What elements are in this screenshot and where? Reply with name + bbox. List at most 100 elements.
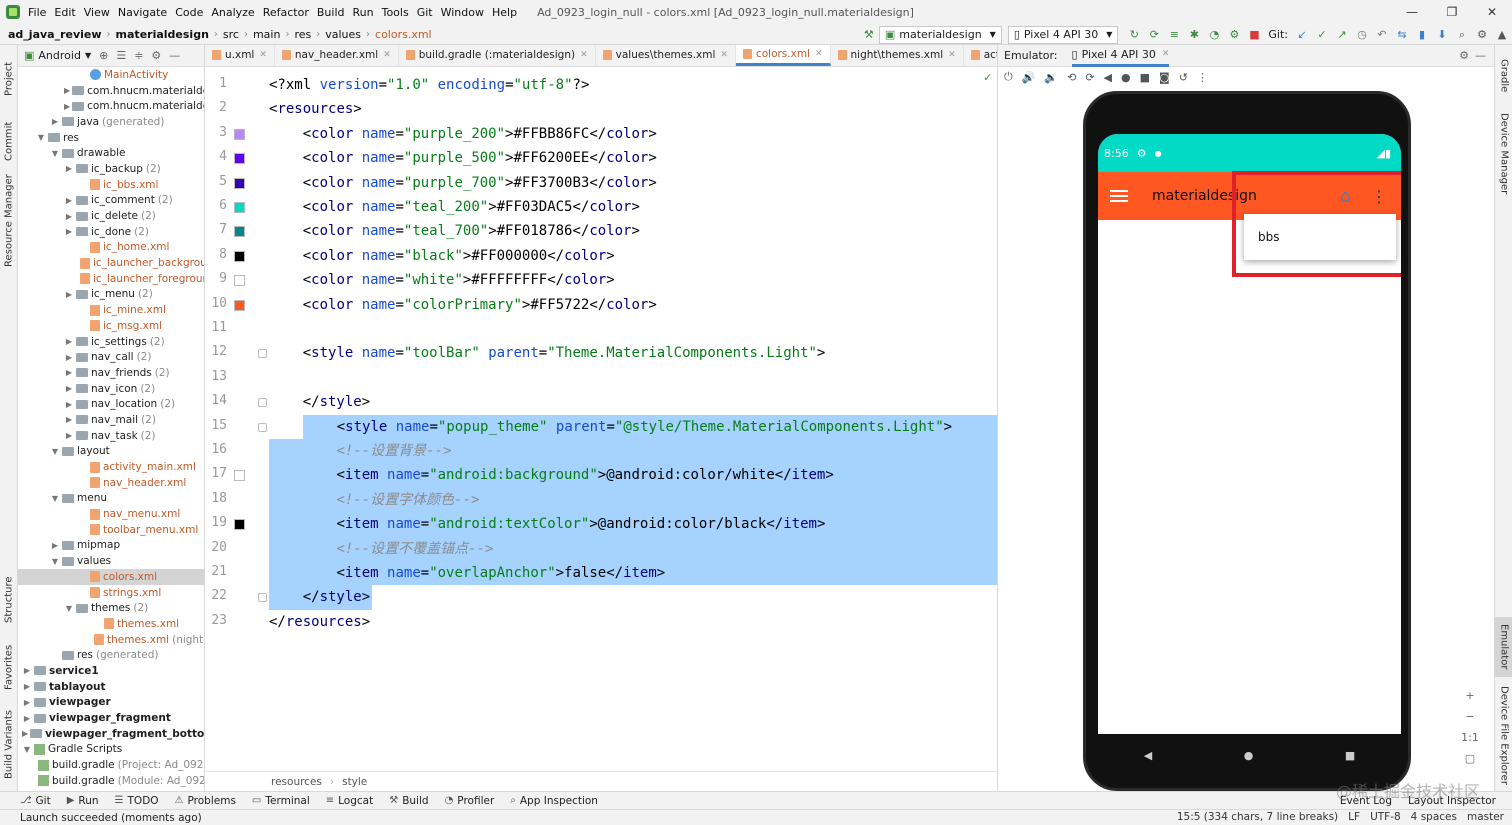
editor-tab[interactable]: u.xml ✕ (205, 45, 275, 66)
editor-tab[interactable]: colors.xml ✕ (735, 45, 831, 66)
chevron-down-icon[interactable]: ▼ (50, 494, 60, 503)
git-commit-icon[interactable]: ✓ (1314, 27, 1330, 43)
breadcrumb-item[interactable]: ad_java_review (8, 28, 102, 41)
chevron-right-icon[interactable]: ▶ (64, 337, 74, 346)
tree-item[interactable]: activity_main.xml (18, 459, 204, 475)
chevron-right-icon[interactable]: ▶ (64, 431, 74, 440)
collapse-all-icon[interactable]: ≑ (134, 49, 143, 62)
code-line[interactable]: <resources> (269, 97, 997, 121)
color-swatch-icon[interactable] (234, 470, 245, 482)
debug-icon[interactable]: ✱ (1186, 27, 1202, 43)
tree-item[interactable]: ▶ nav_friends (2) (18, 365, 204, 381)
gear-icon[interactable]: ⚙ (151, 49, 161, 62)
project-view-select[interactable]: Android (38, 49, 81, 62)
volume-down-icon[interactable]: 🔉 (1044, 71, 1058, 84)
tree-item[interactable]: MainActivity (18, 67, 204, 83)
chevron-right-icon[interactable]: ▶ (64, 212, 74, 221)
tool-window-git[interactable]: ⎇ Git (20, 795, 51, 807)
apply-changes-icon[interactable]: ⟳ (1146, 27, 1162, 43)
chevron-right-icon[interactable]: ▶ (64, 415, 74, 424)
back-icon[interactable]: ◀ (1104, 71, 1112, 84)
status-item[interactable]: UTF-8 (1370, 811, 1401, 823)
run-icon[interactable]: ≡ (1166, 27, 1182, 43)
code-line[interactable]: <!--设置不覆盖锚点--> (269, 536, 997, 561)
chevron-right-icon[interactable]: ▶ (50, 541, 60, 550)
device-screen[interactable]: 8:56 ⚙ ● ◢▮ materialdesign ⌂ ⋮ bbs (1098, 134, 1401, 734)
home-icon[interactable]: ● (1244, 749, 1254, 762)
chevron-right-icon[interactable]: ▶ (64, 102, 70, 111)
rerun-icon[interactable]: ↻ (1126, 27, 1142, 43)
editor-tab[interactable]: values\themes.xml ✕ (596, 45, 736, 66)
tool-window-app-inspection[interactable]: ⌕ App Inspection (510, 795, 598, 807)
overview-icon[interactable]: ■ (1140, 71, 1150, 84)
expand-all-icon[interactable]: ☰ (116, 49, 126, 62)
tree-item[interactable]: ic_bbs.xml (18, 177, 204, 193)
tab-structure[interactable]: Structure (0, 569, 18, 631)
tree-item[interactable]: ic_msg.xml (18, 318, 204, 334)
tree-item[interactable]: ic_home.xml (18, 240, 204, 256)
tree-item[interactable]: themes.xml (18, 616, 204, 632)
tree-item[interactable]: ▶ ic_backup (2) (18, 161, 204, 177)
tree-item[interactable]: ▶ java (generated) (18, 114, 204, 130)
tab-build-variants[interactable]: Build Variants (0, 705, 18, 785)
code-line[interactable]: <color name="purple_200">#FFBB86FC</colo… (269, 122, 997, 146)
assistant-icon[interactable]: ▲ (1494, 27, 1510, 43)
menu-window[interactable]: Window (441, 6, 484, 19)
code-line[interactable]: <style name="toolBar" parent="Theme.Mate… (269, 341, 997, 365)
tree-item[interactable]: ▶ ic_menu (2) (18, 287, 204, 303)
tab-device-file-explorer[interactable]: Device File Explorer (1495, 685, 1512, 785)
chevron-right-icon[interactable]: ▶ (64, 86, 70, 95)
chevron-right-icon[interactable]: ▶ (50, 117, 60, 126)
code-line[interactable]: <item name="overlapAnchor">false</item> (269, 561, 997, 586)
color-swatch-icon[interactable] (234, 519, 245, 531)
camera-icon[interactable]: ◙ (1159, 71, 1170, 84)
menu-tools[interactable]: Tools (382, 6, 409, 19)
breadcrumb-item[interactable]: values (325, 28, 361, 41)
tool-window-problems[interactable]: ⚠ Problems (175, 795, 236, 807)
breadcrumb-item[interactable]: colors.xml (375, 28, 432, 41)
tree-item[interactable]: ic_mine.xml (18, 302, 204, 318)
chevron-down-icon[interactable]: ▼ (22, 745, 32, 754)
hide-icon[interactable]: — (169, 49, 180, 62)
close-icon[interactable]: ✕ (259, 50, 267, 60)
tree-item[interactable]: ▶ tablayout (18, 679, 204, 695)
tree-item[interactable]: ▼ res (18, 130, 204, 146)
tree-item[interactable]: ▼ themes (2) (18, 600, 204, 616)
code-line[interactable]: <color name="teal_200">#FF03DAC5</color> (269, 195, 997, 219)
overview-icon[interactable]: ■ (1345, 749, 1355, 762)
fit-screen-icon[interactable]: ▢ (1465, 752, 1475, 765)
code-line[interactable]: <color name="white">#FFFFFFFF</color> (269, 268, 997, 292)
chevron-right-icon[interactable]: ▶ (64, 290, 74, 299)
breadcrumb-item[interactable]: src (223, 28, 239, 41)
menu-help[interactable]: Help (492, 6, 517, 19)
git-update-icon[interactable]: ↙ (1294, 27, 1310, 43)
code-line[interactable] (269, 317, 997, 341)
chevron-down-icon[interactable]: ▼ (64, 604, 74, 613)
chevron-down-icon[interactable]: ▼ (50, 557, 60, 566)
sdk-manager-icon[interactable]: ⬇ (1434, 27, 1450, 43)
tree-item[interactable]: ▼ Gradle Scripts (18, 742, 204, 758)
tool-window-todo[interactable]: ☰ TODO (115, 795, 159, 807)
device-select[interactable]: ▯ Pixel 4 API 30 ▼ (1007, 25, 1119, 44)
close-icon[interactable]: ✕ (720, 50, 728, 60)
menu-edit[interactable]: Edit (54, 6, 75, 19)
snapshot-icon[interactable]: ↺ (1179, 71, 1188, 84)
chevron-right-icon[interactable]: ▶ (22, 666, 32, 675)
tree-item[interactable]: ▶ viewpager_fragment_bottomnav (18, 726, 204, 742)
tree-item[interactable]: nav_header.xml (18, 475, 204, 491)
run-config-select[interactable]: ▣ materialdesign ▼ (878, 25, 1002, 44)
menu-git[interactable]: Git (417, 6, 433, 19)
tree-item[interactable]: ▶ viewpager_fragment (18, 710, 204, 726)
editor-tab[interactable]: activity_main.xml✕ (964, 45, 997, 66)
color-swatch-icon[interactable] (234, 153, 245, 165)
close-icon[interactable]: ✕ (1472, 0, 1512, 24)
code-line[interactable] (269, 366, 997, 390)
tree-item[interactable]: ▶ com.hnucm.materialdesign (18, 83, 204, 99)
menu-navigate[interactable]: Navigate (118, 6, 167, 19)
search-icon[interactable]: ⌕ (1454, 27, 1470, 43)
code-line[interactable]: </style> (269, 390, 997, 414)
close-icon[interactable]: ✕ (948, 50, 956, 60)
code-line[interactable]: <!--设置字体颜色--> (269, 487, 997, 513)
tree-item[interactable]: build.gradle (Project: Ad_0923 (18, 757, 204, 773)
tab-resource-manager[interactable]: Resource Manager (0, 173, 18, 269)
